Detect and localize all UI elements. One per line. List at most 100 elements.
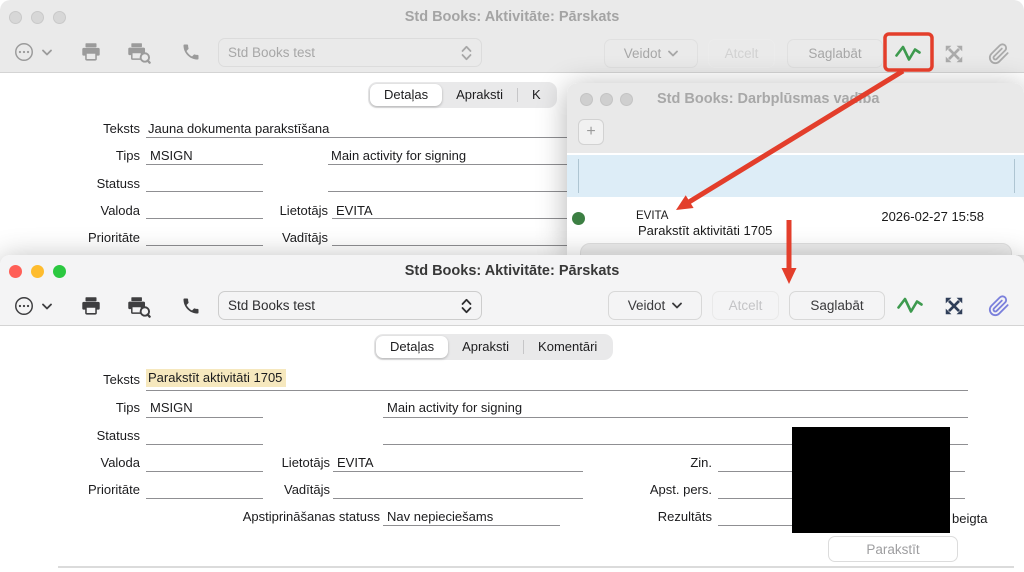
tab-komentari[interactable]: K bbox=[518, 84, 555, 106]
paste-special-dropdown[interactable]: Std Books test bbox=[218, 38, 482, 67]
prioritate-label: Prioritāte bbox=[87, 482, 140, 497]
phone-icon[interactable] bbox=[181, 296, 201, 316]
front-activity-window: Std Books: Aktivitāte: Pārskats Std Book… bbox=[0, 255, 1024, 572]
tips-description: Main activity for signing bbox=[331, 148, 467, 163]
paste-special-dropdown[interactable]: Std Books test bbox=[218, 291, 482, 320]
saglabat-button[interactable]: Saglabāt bbox=[789, 291, 885, 320]
more-options-icon[interactable] bbox=[13, 41, 35, 63]
valoda-label: Valoda bbox=[100, 455, 140, 470]
print-icon[interactable] bbox=[80, 41, 102, 63]
tips-input[interactable]: MSIGN bbox=[150, 148, 193, 163]
field-underline bbox=[146, 164, 263, 165]
apst-pers-label: Apst. pers. bbox=[649, 482, 712, 497]
workflow-window: Std Books: Darbplūsmas vadība + EVITA Pa… bbox=[567, 83, 1024, 255]
redaction-box bbox=[792, 427, 950, 533]
entry-user: EVITA bbox=[636, 210, 669, 222]
entry-datetime: 2026-02-27 15:58 bbox=[881, 209, 984, 224]
tips-input[interactable]: MSIGN bbox=[150, 400, 193, 415]
prioritate-input[interactable] bbox=[146, 498, 263, 499]
expand-icon[interactable] bbox=[943, 295, 965, 317]
saglabat-label: Saglabāt bbox=[810, 298, 864, 313]
rezultats-label: Rezultāts bbox=[657, 509, 712, 524]
vaditajs-label: Vadītājs bbox=[281, 230, 328, 245]
prioritate-input[interactable] bbox=[146, 245, 263, 246]
teksts-highlight: Parakstīt aktivitāti 1705 bbox=[146, 369, 287, 387]
teksts-label: Teksts bbox=[103, 372, 140, 387]
tab-detalas[interactable]: Detaļas bbox=[370, 84, 443, 106]
print-icon[interactable] bbox=[80, 295, 102, 317]
teksts-input[interactable]: Jauna dokumenta parakstīšana bbox=[148, 121, 329, 136]
pabeigta-label: beigta bbox=[952, 511, 988, 526]
field-underline bbox=[332, 218, 582, 219]
bottom-divider bbox=[58, 566, 1014, 568]
atcelt-button[interactable]: Atcelt bbox=[708, 39, 775, 68]
statuss-input[interactable] bbox=[146, 191, 263, 192]
saglabat-label: Saglabāt bbox=[808, 46, 862, 61]
close-button[interactable] bbox=[580, 93, 593, 106]
zoom-button[interactable] bbox=[620, 93, 633, 106]
atcelt-label: Atcelt bbox=[724, 46, 759, 61]
saglabat-button[interactable]: Saglabāt bbox=[787, 39, 883, 68]
valoda-input[interactable] bbox=[146, 218, 263, 219]
updown-chevrons-icon bbox=[461, 298, 472, 314]
entry-task[interactable]: Parakstīt aktivitāti 1705 bbox=[638, 223, 772, 238]
status-dot bbox=[572, 212, 585, 225]
apstiprinasanas-input[interactable]: Nav nepieciešams bbox=[387, 509, 493, 524]
vaditajs-input[interactable] bbox=[332, 245, 582, 246]
lietotajs-input[interactable]: EVITA bbox=[337, 455, 374, 470]
print-preview-icon[interactable] bbox=[126, 41, 152, 64]
lietotajs-label: Lietotājs bbox=[279, 203, 328, 218]
timeline-band bbox=[567, 155, 1024, 197]
tab-bar: Detaļas Apraksti K bbox=[368, 82, 557, 108]
valoda-input[interactable] bbox=[146, 471, 263, 472]
field-underline bbox=[333, 471, 583, 472]
paste-special-value: Std Books test bbox=[228, 45, 316, 60]
paste-special-value: Std Books test bbox=[228, 298, 316, 313]
workflow-pulse-icon[interactable] bbox=[896, 295, 924, 315]
timeline-band-right-edge bbox=[1014, 159, 1015, 193]
tab-detalas[interactable]: Detaļas bbox=[376, 336, 449, 358]
vaditajs-label: Vadītājs bbox=[283, 482, 330, 497]
lietotajs-label: Lietotājs bbox=[281, 455, 330, 470]
statuss-input[interactable] bbox=[146, 444, 263, 445]
atcelt-button[interactable]: Atcelt bbox=[712, 291, 779, 320]
screen: Std Books: Aktivitāte: Pārskats Std Book… bbox=[0, 0, 1024, 572]
tab-apraksti[interactable]: Apraksti bbox=[442, 84, 517, 106]
parakstit-button[interactable]: Parakstīt bbox=[828, 536, 958, 562]
veidot-button[interactable]: Veidot bbox=[604, 39, 698, 68]
phone-icon[interactable] bbox=[181, 42, 201, 62]
veidot-label: Veidot bbox=[623, 46, 662, 61]
timeline-band-left-edge bbox=[578, 159, 579, 193]
minimize-button[interactable] bbox=[600, 93, 613, 106]
veidot-button[interactable]: Veidot bbox=[608, 291, 702, 320]
apstiprinasanas-label: Apstiprināšanas statuss bbox=[242, 509, 380, 524]
parakstit-label: Parakstīt bbox=[866, 541, 920, 557]
add-task-button[interactable]: + bbox=[578, 119, 604, 145]
chevron-down-icon bbox=[672, 302, 683, 309]
field-underline bbox=[383, 525, 560, 526]
teksts-label: Teksts bbox=[103, 121, 140, 136]
more-options-icon[interactable] bbox=[13, 295, 35, 317]
workflow-pulse-icon[interactable] bbox=[894, 43, 922, 63]
tab-komentari[interactable]: Komentāri bbox=[524, 336, 611, 358]
field-underline bbox=[383, 417, 968, 418]
field-underline bbox=[146, 390, 968, 391]
window-title: Std Books: Aktivitāte: Pārskats bbox=[404, 263, 620, 279]
tab-bar: Detaļas Apraksti Komentāri bbox=[374, 334, 614, 360]
tips-description: Main activity for signing bbox=[387, 400, 523, 415]
paperclip-icon[interactable] bbox=[988, 43, 1010, 65]
chevron-down-icon[interactable] bbox=[42, 49, 52, 56]
chevron-down-icon[interactable] bbox=[42, 303, 52, 310]
vaditajs-input[interactable] bbox=[333, 498, 583, 499]
tips-label: Tips bbox=[115, 400, 140, 415]
chevron-down-icon bbox=[668, 50, 679, 57]
tips-label: Tips bbox=[115, 148, 140, 163]
teksts-input[interactable]: Parakstīt aktivitāti 1705 bbox=[146, 369, 287, 387]
tab-apraksti[interactable]: Apraksti bbox=[448, 336, 523, 358]
print-preview-icon[interactable] bbox=[126, 295, 152, 318]
lietotajs-input[interactable]: EVITA bbox=[336, 203, 373, 218]
paperclip-icon[interactable] bbox=[988, 295, 1010, 317]
expand-icon[interactable] bbox=[943, 43, 965, 65]
zin-label: Zin. bbox=[690, 455, 712, 470]
veidot-label: Veidot bbox=[627, 298, 666, 313]
